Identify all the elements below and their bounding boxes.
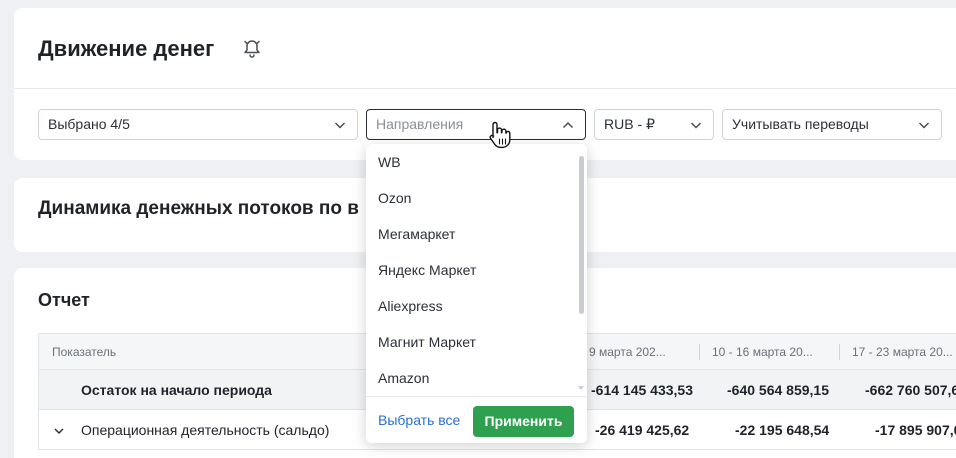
chevron-up-icon bbox=[562, 121, 574, 129]
transfers-label: Учитывать переводы bbox=[732, 116, 869, 132]
direction-option-yandex-market[interactable]: Яндекс Маркет bbox=[366, 252, 577, 288]
report-title: Отчет bbox=[38, 290, 90, 310]
directions-dropdown: WB Ozon Мегамаркет Яндекс Маркет Aliexpr… bbox=[366, 144, 587, 443]
transfers-select[interactable]: Учитывать переводы bbox=[722, 109, 942, 140]
scroll-down-arrow-icon[interactable] bbox=[578, 386, 584, 390]
row-value: -22 195 648,54 bbox=[735, 422, 830, 438]
row-value: -662 760 507,6 bbox=[865, 382, 956, 398]
column-separator bbox=[839, 344, 840, 360]
chevron-down-icon bbox=[334, 122, 346, 129]
currency-label: RUB - ₽ bbox=[604, 116, 655, 132]
row-label: Остаток на начало периода bbox=[81, 382, 272, 398]
row-value: -614 145 433,53 bbox=[591, 382, 693, 398]
header-divider bbox=[14, 88, 956, 89]
column-header[interactable]: 10 - 16 марта 20... bbox=[712, 345, 813, 359]
header-card: Движение денег Выбрано 4/5 Направления R… bbox=[14, 8, 956, 160]
direction-option-ozon[interactable]: Ozon bbox=[366, 180, 577, 216]
direction-option-amazon[interactable]: Amazon bbox=[366, 360, 577, 396]
dropdown-scrollbar[interactable] bbox=[579, 156, 584, 314]
dynamics-title: Динамика денежных потоков по в bbox=[38, 198, 359, 219]
column-header[interactable]: 17 - 23 марта 20... bbox=[852, 345, 953, 359]
direction-option-aliexpress[interactable]: Aliexpress bbox=[366, 288, 577, 324]
column-separator bbox=[699, 344, 700, 360]
apply-button[interactable]: Применить bbox=[473, 406, 574, 437]
page-title: Движение денег bbox=[38, 36, 215, 61]
bell-off-icon[interactable] bbox=[242, 38, 262, 58]
chevron-down-icon bbox=[918, 122, 930, 129]
selected-filter-label: Выбрано 4/5 bbox=[48, 116, 130, 132]
chevron-down-icon bbox=[690, 122, 702, 129]
row-value: -640 564 859,15 bbox=[727, 382, 829, 398]
directions-select[interactable]: Направления bbox=[366, 109, 586, 140]
direction-option-wb[interactable]: WB bbox=[366, 144, 577, 180]
direction-option-megamarket[interactable]: Мегамаркет bbox=[366, 216, 577, 252]
directions-option-list[interactable]: WB Ozon Мегамаркет Яндекс Маркет Aliexpr… bbox=[366, 144, 577, 396]
direction-option-magnit-market[interactable]: Магнит Маркет bbox=[366, 324, 577, 360]
select-all-button[interactable]: Выбрать все bbox=[378, 412, 460, 428]
column-header[interactable]: 9 марта 202... bbox=[589, 345, 666, 359]
row-label: Операционная деятельность (сальдо) bbox=[81, 422, 330, 438]
hand-pointer-cursor-icon bbox=[489, 121, 511, 149]
currency-select[interactable]: RUB - ₽ bbox=[594, 109, 714, 140]
row-value: -26 419 425,62 bbox=[595, 422, 690, 438]
selected-filter-select[interactable]: Выбрано 4/5 bbox=[38, 109, 358, 140]
row-value: -17 895 907,0 bbox=[875, 422, 956, 438]
dropdown-footer: Выбрать все Применить bbox=[366, 396, 587, 443]
directions-placeholder: Направления bbox=[376, 116, 464, 132]
expand-chevron-icon[interactable] bbox=[53, 425, 65, 437]
column-header-indicator[interactable]: Показатель bbox=[52, 345, 116, 359]
